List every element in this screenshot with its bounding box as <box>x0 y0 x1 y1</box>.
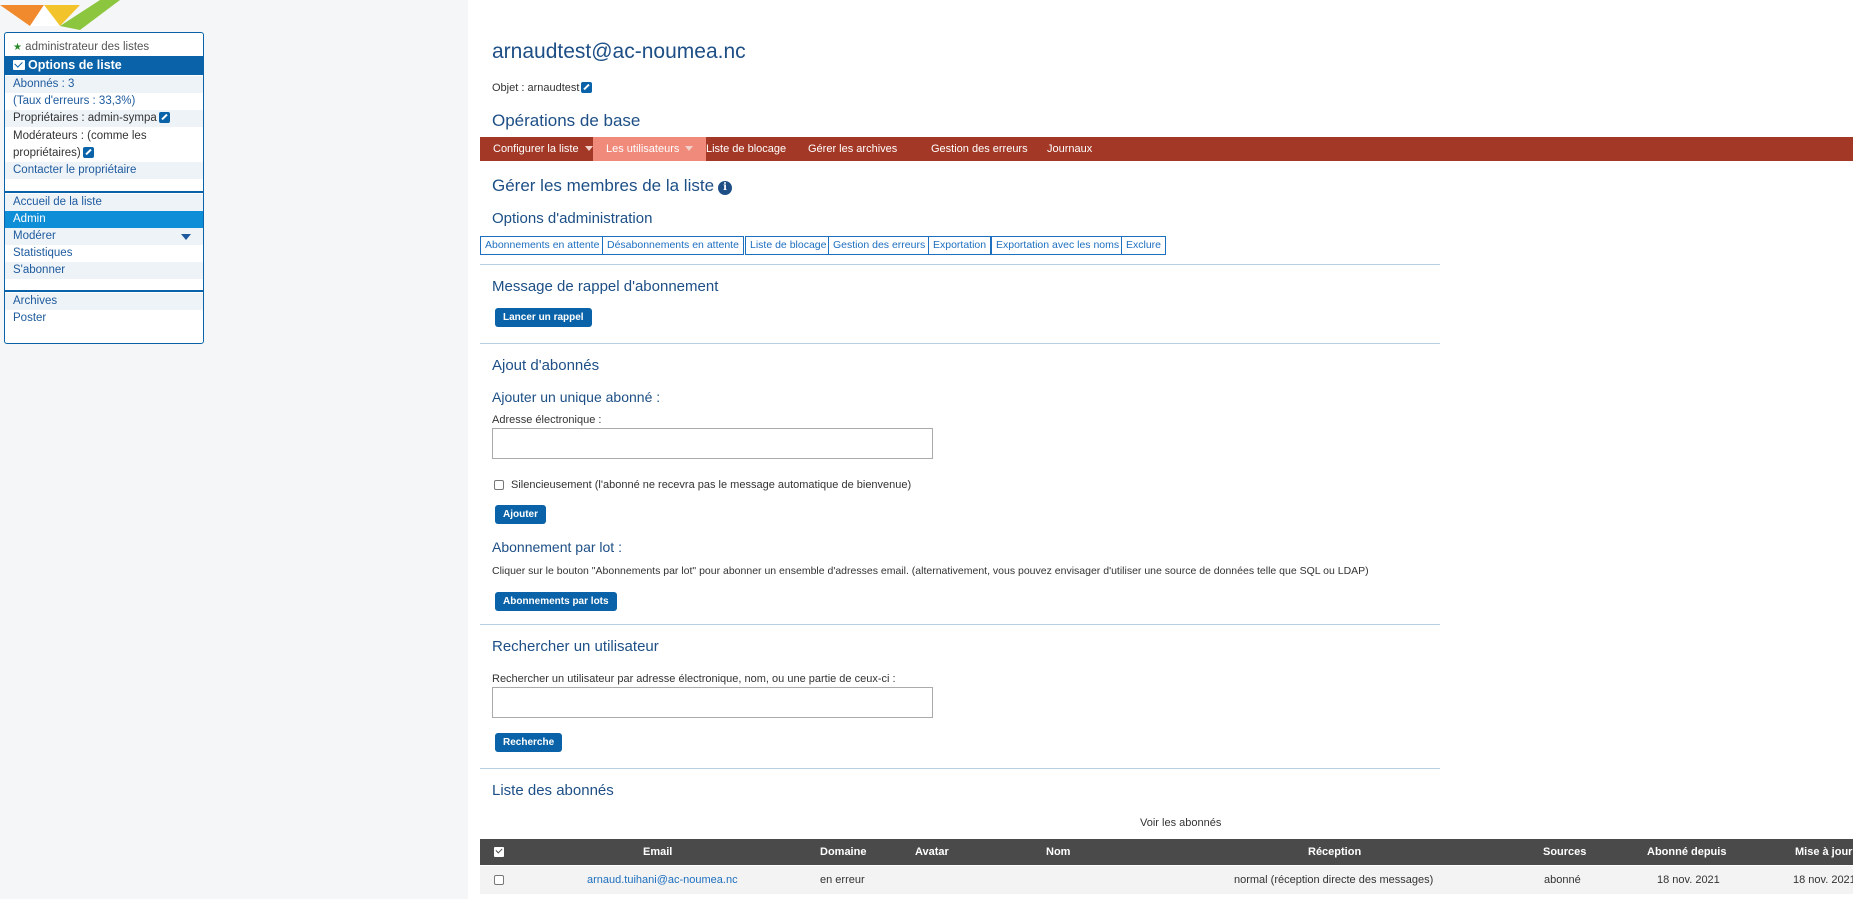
bulk-subscribe-button[interactable]: Abonnements par lots <box>495 592 617 611</box>
col-sources[interactable]: Sources <box>1543 839 1586 865</box>
nav-configure[interactable]: Configurer la liste <box>480 137 606 161</box>
row-reception: normal (réception directe des messages) <box>1234 874 1434 886</box>
col-updated[interactable]: Mise à jour <box>1795 839 1852 865</box>
email-field[interactable] <box>492 428 933 459</box>
nav-logs[interactable]: Journaux <box>1034 137 1105 161</box>
search-button[interactable]: Recherche <box>495 733 563 752</box>
search-title: Rechercher un utilisateur <box>492 638 659 655</box>
row-email[interactable]: arnaud.tuihani@ac-noumea.nc <box>587 866 738 894</box>
sidebar-divider-2 <box>5 290 203 292</box>
subscribers-table-header: Email Domaine Avatar Nom Réception Sourc… <box>480 839 1853 865</box>
col-since[interactable]: Abonné depuis <box>1647 839 1726 865</box>
members-title: Gérer les membres de la liste i <box>492 176 733 196</box>
quiet-checkbox[interactable] <box>494 480 504 490</box>
row-updated: 18 nov. 2021 <box>1793 874 1853 886</box>
sidebar-divider <box>5 191 203 193</box>
list-options-sidebar: ★ administrateur des listes Options de l… <box>4 32 204 344</box>
info-icon[interactable]: i <box>718 181 733 195</box>
add-subscribers-title: Ajout d'abonnés <box>492 357 600 374</box>
tab-pending-unsubscriptions[interactable]: Désabonnements en attente <box>602 236 744 255</box>
sidebar-title-text: Options de liste <box>28 58 122 72</box>
sympa-logo <box>0 0 120 30</box>
tab-bounces[interactable]: Gestion des erreurs <box>828 236 931 255</box>
table-row: arnaud.tuihani@ac-noumea.nc en erreur no… <box>480 866 1853 894</box>
moderators-line-2: propriétaires) <box>5 145 203 162</box>
tab-export-names[interactable]: Exportation avec les noms <box>991 236 1125 255</box>
tab-blocklist[interactable]: Liste de blocage <box>745 236 832 255</box>
bulk-title: Abonnement par lot : <box>492 539 622 555</box>
send-reminder-button[interactable]: Lancer un rappel <box>495 308 592 327</box>
edit-moderators-icon[interactable] <box>82 147 94 158</box>
nav-bounces[interactable]: Gestion des erreurs <box>918 137 1041 161</box>
admin-nav-bar: Configurer la liste Les utilisateurs Lis… <box>480 137 1853 161</box>
divider <box>480 624 1440 625</box>
sidebar-item-archives[interactable]: Archives <box>5 293 203 310</box>
col-avatar: Avatar <box>915 846 949 858</box>
sidebar-title: Options de liste <box>5 56 203 75</box>
tab-exclude[interactable]: Exclure <box>1121 236 1167 255</box>
edit-owners-icon[interactable] <box>158 112 170 123</box>
quiet-label: Silencieusement (l'abonné ne recevra pas… <box>511 479 912 491</box>
view-subscribers-link[interactable]: Voir les abonnés <box>1140 817 1221 829</box>
sidebar-item-subscribe[interactable]: S'abonner <box>5 262 203 279</box>
bulk-description: Cliquer sur le bouton "Abonnements par l… <box>492 565 1369 577</box>
select-all-checkbox[interactable] <box>494 847 504 857</box>
nav-archives[interactable]: Gérer les archives <box>795 137 910 161</box>
section-title: Opérations de base <box>492 111 641 130</box>
email-label: Adresse électronique : <box>492 414 602 426</box>
subscribers-count-link[interactable]: Abonnés : 3 <box>5 76 203 93</box>
col-name[interactable]: Nom <box>1046 839 1070 865</box>
row-since: 18 nov. 2021 <box>1657 874 1720 886</box>
col-domain[interactable]: Domaine <box>820 839 866 865</box>
col-email[interactable]: Email <box>643 839 672 865</box>
envelope-icon <box>13 60 25 70</box>
tab-export[interactable]: Exportation <box>928 236 992 255</box>
sidebar-item-stats[interactable]: Statistiques <box>5 245 203 262</box>
row-source: abonné <box>1544 874 1581 886</box>
moderators-line: Modérateurs : (comme les <box>13 130 147 142</box>
col-reception[interactable]: Réception <box>1308 839 1361 865</box>
nav-blocklist[interactable]: Liste de blocage <box>693 137 799 161</box>
divider <box>480 343 1440 344</box>
sidebar-item-home[interactable]: Accueil de la liste <box>5 194 203 211</box>
role-label: ★ administrateur des listes <box>5 39 203 56</box>
list-address-title: arnaudtest@ac-noumea.nc <box>492 40 746 63</box>
star-icon: ★ <box>13 42 22 53</box>
search-label: Rechercher un utilisateur par adresse él… <box>492 673 896 685</box>
add-button[interactable]: Ajouter <box>495 505 546 524</box>
tab-pending-subscriptions[interactable]: Abonnements en attente <box>480 236 605 255</box>
divider <box>480 264 1440 265</box>
error-rate-link[interactable]: (Taux d'erreurs : 33,3%) <box>5 93 203 110</box>
reminder-title: Message de rappel d'abonnement <box>492 278 719 295</box>
chevron-down-icon[interactable] <box>181 234 191 240</box>
role-text: administrateur des listes <box>25 41 150 53</box>
row-domain: en erreur <box>820 874 865 886</box>
nav-users[interactable]: Les utilisateurs <box>593 137 707 161</box>
caret-down-icon <box>584 146 593 151</box>
sidebar-item-post[interactable]: Poster <box>5 310 203 327</box>
subscribers-title: Liste des abonnés <box>492 782 614 799</box>
edit-subject-icon[interactable] <box>581 82 593 93</box>
subject-line: Objet : arnaudtest <box>492 82 593 94</box>
search-input[interactable] <box>492 687 933 718</box>
sidebar-item-moderate[interactable]: Modérer <box>5 228 203 245</box>
owners-line: Propriétaires : admin-sympa <box>5 110 203 127</box>
sidebar-item-admin[interactable]: Admin <box>5 211 203 228</box>
divider <box>480 768 1440 769</box>
admin-options-title: Options d'administration <box>492 210 653 227</box>
contact-owner-link[interactable]: Contacter le propriétaire <box>5 162 203 179</box>
add-single-title: Ajouter un unique abonné : <box>492 389 661 405</box>
row-checkbox[interactable] <box>494 875 504 885</box>
